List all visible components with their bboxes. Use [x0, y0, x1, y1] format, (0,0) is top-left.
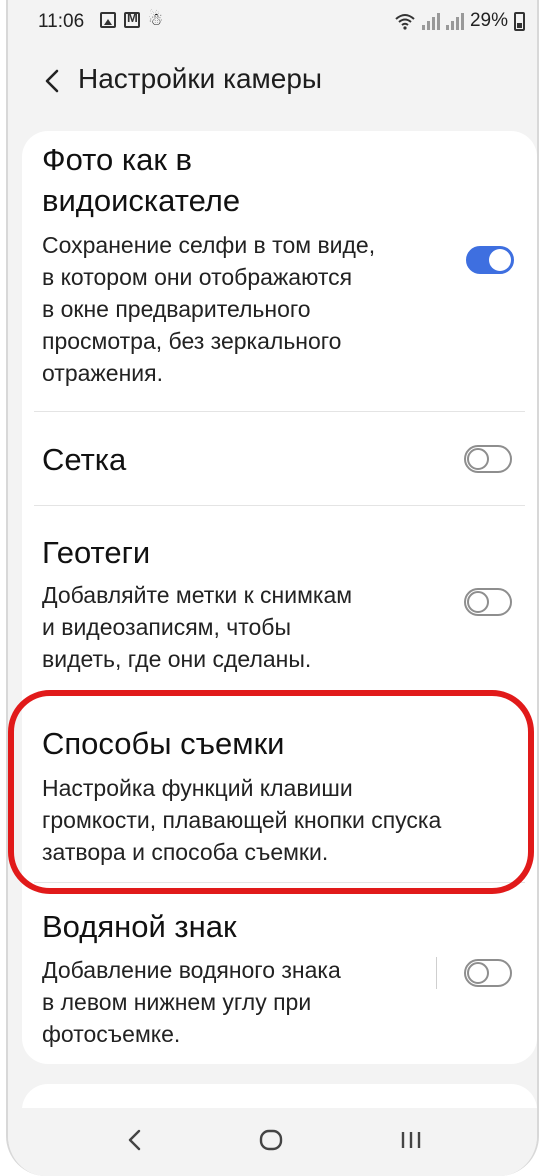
- setting-title: Фото как в видоискателе: [42, 139, 240, 221]
- desc-line: Добавляйте метки к снимкам: [42, 582, 353, 608]
- app-header: Настройки камеры: [8, 55, 537, 110]
- grid-toggle[interactable]: [464, 445, 512, 473]
- gallery-notification-icon: [100, 12, 116, 28]
- desc-line: громкости, плавающей кнопки спуска: [42, 807, 442, 833]
- setting-description: Добавляйте метки к снимкам и видеозапися…: [42, 579, 352, 675]
- setting-title: Способы съемки: [42, 726, 285, 761]
- desc-line: отражения.: [42, 360, 163, 386]
- status-indicators: 29%: [394, 10, 525, 32]
- status-bar: 11:06 ☃ 29%: [8, 0, 537, 44]
- desc-line: просмотра, без зеркального: [42, 328, 342, 354]
- desc-line: Настройка функций клавиши: [42, 775, 353, 801]
- setting-shooting-methods[interactable]: Способы съемки Настройка функций клавиши…: [22, 701, 537, 881]
- setting-watermark[interactable]: Водяной знак Добавление водяного знака в…: [22, 883, 537, 1063]
- page-title: Настройки камеры: [78, 63, 323, 94]
- nav-back-button[interactable]: [110, 1118, 160, 1162]
- phone-screen: 11:06 ☃ 29%: [6, 0, 539, 1176]
- mail-notification-icon: [124, 10, 140, 28]
- setting-description: Сохранение селфи в том виде, в котором о…: [42, 229, 375, 389]
- desc-line: в котором они отображаются: [42, 264, 353, 290]
- title-line: видоискателе: [42, 183, 241, 218]
- status-time: 11:06: [38, 11, 85, 32]
- desc-line: фотосъемке.: [42, 1021, 181, 1047]
- setting-geotags[interactable]: Геотеги Добавляйте метки к снимкам и вид…: [22, 506, 537, 688]
- signal-icon: [421, 12, 440, 30]
- setting-title: Водяной знак: [42, 909, 237, 944]
- back-button[interactable]: [34, 63, 70, 99]
- watermark-toggle[interactable]: [464, 959, 512, 987]
- desc-line: Добавление водяного знака: [42, 957, 341, 983]
- nav-home-button[interactable]: [246, 1118, 296, 1162]
- setting-title: Сетка: [42, 442, 127, 477]
- desc-line: видеть, где они сделаны.: [42, 646, 312, 672]
- setting-description: Настройка функций клавиши громкости, пла…: [42, 772, 441, 868]
- battery-percent: 29%: [469, 10, 508, 31]
- home-icon: [259, 1129, 283, 1151]
- desc-line: затвора и способа съемки.: [42, 839, 329, 865]
- accessibility-notification-icon: ☃: [148, 10, 164, 29]
- title-line: Фото как в: [42, 142, 192, 177]
- chevron-left-icon: [45, 69, 59, 93]
- back-icon: [128, 1129, 141, 1151]
- setting-viewfinder-photo[interactable]: Фото как в видоискателе Сохранение селфи…: [22, 131, 537, 411]
- setting-description: Добавление водяного знака в левом нижнем…: [42, 954, 341, 1050]
- wifi-icon: [395, 14, 415, 30]
- signal-2-icon: [445, 12, 464, 30]
- viewfinder-photo-toggle[interactable]: [466, 246, 514, 274]
- nav-recents-button[interactable]: [386, 1118, 436, 1162]
- vertical-separator: [436, 957, 437, 989]
- geotags-toggle[interactable]: [464, 588, 512, 616]
- notification-icons: ☃: [100, 10, 164, 29]
- recents-icon: [401, 1132, 421, 1148]
- battery-icon: [514, 11, 525, 31]
- desc-line: Сохранение селфи в том виде,: [42, 232, 376, 258]
- desc-line: и видеозаписям, чтобы: [42, 614, 291, 640]
- setting-grid[interactable]: Сетка: [22, 412, 537, 505]
- navigation-bar: [8, 1108, 537, 1176]
- settings-list: Фото как в видоискателе Сохранение селфи…: [22, 131, 537, 1064]
- setting-title: Геотеги: [42, 535, 151, 570]
- desc-line: в левом нижнем углу при: [42, 989, 312, 1015]
- desc-line: в окне предварительного: [42, 296, 311, 322]
